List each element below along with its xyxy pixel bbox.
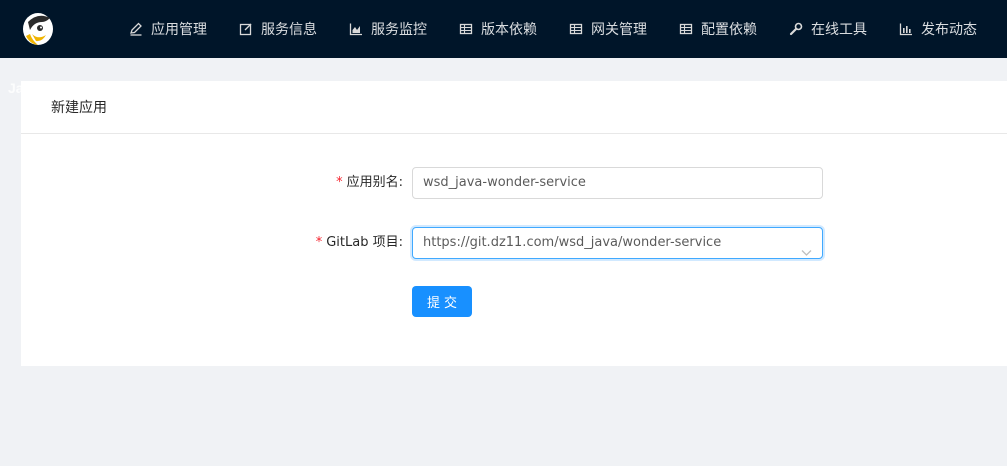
nav-label: 版本依赖 [481, 22, 537, 38]
form-row-alias: * 应用别名: wsd_java-wonder-service [21, 167, 1007, 199]
area-chart-icon [349, 22, 363, 36]
chevron-down-icon[interactable] [801, 239, 812, 256]
table-icon [569, 22, 583, 36]
form-row-gitlab: * GitLab 项目: https://git.dz11.com/wsd_jav… [21, 227, 1007, 259]
nav-gateway-management[interactable]: 网关管理 [553, 0, 663, 58]
nav-label: 服务监控 [371, 22, 427, 38]
nav-app-management[interactable]: 应用管理 [113, 0, 223, 58]
top-navbar: 应用管理 服务信息 服务监控 版本依赖 网关管理 配置依赖 在线工具 发布动态 [0, 0, 1007, 58]
bar-chart-icon [899, 22, 913, 36]
gitlab-project-select[interactable]: https://git.dz11.com/wsd_java/wonder-ser… [412, 227, 823, 259]
card-title: 新建应用 [21, 81, 1007, 134]
nav-version-deps[interactable]: 版本依赖 [443, 0, 553, 58]
required-mark: * [315, 235, 323, 250]
alias-label: * 应用别名: [336, 167, 403, 199]
dolphin-logo-icon[interactable] [20, 10, 56, 48]
nav-online-tools[interactable]: 在线工具 [773, 0, 883, 58]
gitlab-label-text: GitLab 项目: [326, 235, 403, 250]
submit-button[interactable]: 提交 [412, 286, 472, 317]
gitlab-select-value: https://git.dz11.com/wsd_java/wonder-ser… [423, 235, 722, 250]
nav-label: 配置依赖 [701, 22, 757, 38]
edit-icon [129, 22, 143, 36]
nav-label: 在线工具 [811, 22, 867, 38]
new-app-card: 新建应用 * 应用别名: wsd_java-wonder-service * Git… [21, 81, 1007, 366]
nav-label: 服务信息 [261, 22, 317, 38]
nav-label: 应用管理 [151, 22, 207, 38]
nav-service-monitor[interactable]: 服务监控 [333, 0, 443, 58]
gitlab-label: * GitLab 项目: [316, 227, 403, 259]
nav-label: 网关管理 [591, 22, 647, 38]
form-icon [239, 22, 253, 36]
required-mark: * [336, 175, 343, 190]
alias-label-text: 应用别名: [346, 175, 403, 190]
main-nav: 应用管理 服务信息 服务监控 版本依赖 网关管理 配置依赖 在线工具 发布动态 [113, 0, 993, 58]
table-icon [679, 22, 693, 36]
nav-config-deps[interactable]: 配置依赖 [663, 0, 773, 58]
alias-input[interactable]: wsd_java-wonder-service [412, 167, 823, 199]
table-icon [459, 22, 473, 36]
tool-icon [789, 22, 803, 36]
nav-service-info[interactable]: 服务信息 [223, 0, 333, 58]
nav-release-news[interactable]: 发布动态 [883, 0, 993, 58]
nav-label: 发布动态 [921, 22, 977, 38]
